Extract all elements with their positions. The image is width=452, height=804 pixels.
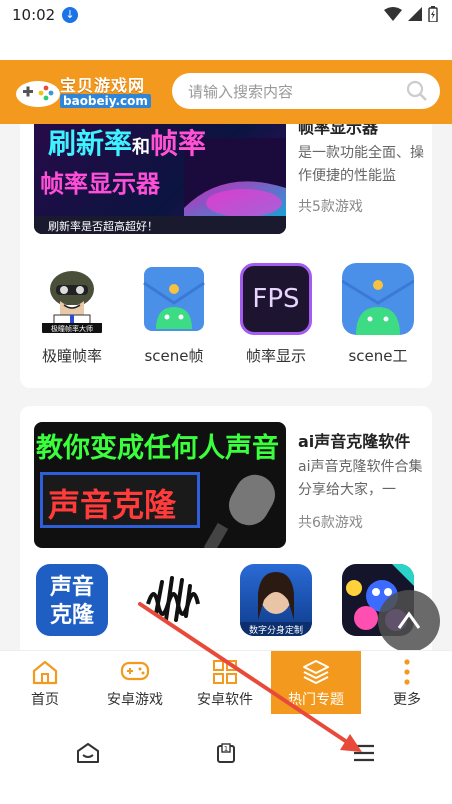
banner-text: 声音克隆	[48, 486, 177, 524]
app-item[interactable]: 数字分身定制	[228, 564, 324, 646]
gamepad-icon	[120, 661, 150, 681]
app-item[interactable]: 声音克隆	[24, 564, 120, 646]
status-icons	[384, 6, 438, 22]
chevron-up-icon	[397, 611, 421, 629]
nav-label: 安卓软件	[197, 692, 253, 708]
app-item[interactable]: scene工	[330, 263, 426, 366]
app-header: 宝贝游戏网 baobeiy.com 请输入搜索内容	[0, 60, 452, 124]
gamepad-logo-icon	[16, 81, 60, 107]
microphone-icon	[203, 474, 275, 548]
status-time: 10:02	[12, 6, 56, 24]
back-to-top-button[interactable]	[378, 590, 440, 652]
banner-text: 任何人声音	[144, 433, 279, 464]
system-nav-bar: 1	[0, 714, 452, 804]
nav-android-software[interactable]: 安卓软件	[180, 651, 270, 715]
bottom-nav: 首页 安卓游戏 安卓软件 热门专题 更多	[0, 650, 452, 715]
topic-desc: 是一款功能全面、操作便捷的性能监	[298, 145, 424, 184]
topic-desc: ai声音克隆软件合集分享给大家，一	[298, 459, 423, 498]
voice-clone-app-icon: 声音克隆	[36, 564, 108, 636]
app-item[interactable]: FPS 帧率显示	[228, 263, 324, 366]
nav-more[interactable]: 更多	[362, 651, 452, 715]
logo-url: baobeiy.com	[60, 94, 151, 108]
app-item[interactable]: scene帧	[126, 263, 222, 366]
system-tabs-icon[interactable]: 1	[216, 742, 236, 764]
status-bar: 10:02 ↓	[0, 0, 452, 32]
grid-icon	[213, 660, 237, 684]
nav-android-games[interactable]: 安卓游戏	[90, 651, 180, 715]
search-input[interactable]: 请输入搜索内容	[172, 73, 440, 109]
download-icon: ↓	[62, 7, 78, 23]
nav-label: 热门专题	[288, 692, 344, 708]
app-label: 帧率显示	[245, 347, 306, 365]
topic-count: 共5款游戏	[298, 199, 363, 215]
search-icon[interactable]	[406, 80, 428, 102]
layers-icon	[303, 660, 329, 684]
app-item[interactable]: 极瞳帧率大师 极瞳帧率	[24, 263, 120, 366]
topic-card[interactable]: 教你变成任何人声音 声音克隆 ai声音克隆软件 ai声音克隆软件合集分享给大家，…	[20, 406, 432, 650]
home-icon	[32, 660, 58, 685]
app-icon-text: FPS	[252, 284, 300, 314]
android-app-icon	[342, 263, 414, 335]
app-icon-soldier: 极瞳帧率大师	[36, 263, 108, 335]
topic-title[interactable]: ai声音克隆软件	[298, 428, 410, 452]
app-icon-text: 声音克隆	[49, 575, 94, 628]
banner-text: 和	[132, 137, 151, 158]
banner-text: 教你变成	[36, 433, 144, 464]
signal-icon	[408, 7, 422, 21]
nav-label: 更多	[393, 692, 421, 708]
app-icon-text: 极瞳帧率大师	[51, 324, 93, 333]
app-row: 声音克隆 数字分身定制	[20, 564, 432, 650]
nav-home[interactable]: 首页	[0, 651, 90, 715]
banner-text: 刷新率	[48, 127, 133, 160]
topic-card[interactable]: 刷新率和帧率 帧率显示器 刷新率是否超高超好！ 帧率显示器 是一款功能全面、操作…	[20, 124, 432, 388]
topic-title[interactable]: 帧率显示器	[298, 124, 378, 138]
topic-banner[interactable]: 刷新率和帧率 帧率显示器 刷新率是否超高超好！	[34, 124, 286, 234]
app-icon-text: 数字分身定制	[248, 626, 303, 636]
app-label: scene工	[348, 347, 408, 365]
more-icon	[404, 659, 410, 685]
app-item[interactable]	[126, 564, 222, 646]
digital-avatar-app-icon: 数字分身定制	[240, 564, 312, 636]
battery-icon	[428, 6, 438, 22]
topic-count: 共6款游戏	[298, 515, 363, 531]
search-placeholder: 请输入搜索内容	[188, 83, 294, 101]
wifi-icon	[384, 7, 402, 21]
system-menu-icon[interactable]	[352, 744, 376, 762]
banner-text: 帧率	[150, 127, 207, 160]
svg-text:1: 1	[224, 745, 228, 753]
soundwave-app-icon	[138, 564, 210, 636]
app-label: 极瞳帧率	[41, 347, 102, 365]
nav-label: 首页	[31, 692, 59, 708]
app-label: scene帧	[144, 347, 204, 365]
logo-text: 宝贝游戏网	[60, 76, 146, 95]
android-app-icon	[138, 263, 210, 335]
fps-app-icon: FPS	[240, 263, 312, 335]
site-logo[interactable]: 宝贝游戏网 baobeiy.com	[14, 70, 158, 116]
app-row: 极瞳帧率大师 极瞳帧率 scene帧 FPS 帧率显示 scene工	[20, 263, 432, 373]
system-home-icon[interactable]	[76, 742, 100, 764]
nav-label: 安卓游戏	[107, 692, 163, 708]
banner-text: 刷新率是否超高超好！	[48, 220, 158, 233]
topic-banner[interactable]: 教你变成任何人声音 声音克隆	[34, 422, 286, 548]
banner-text: 帧率显示器	[40, 170, 160, 198]
nav-hot-topics[interactable]: 热门专题	[271, 651, 361, 715]
topic-list[interactable]: 刷新率和帧率 帧率显示器 刷新率是否超高超好！ 帧率显示器 是一款功能全面、操作…	[0, 124, 452, 650]
